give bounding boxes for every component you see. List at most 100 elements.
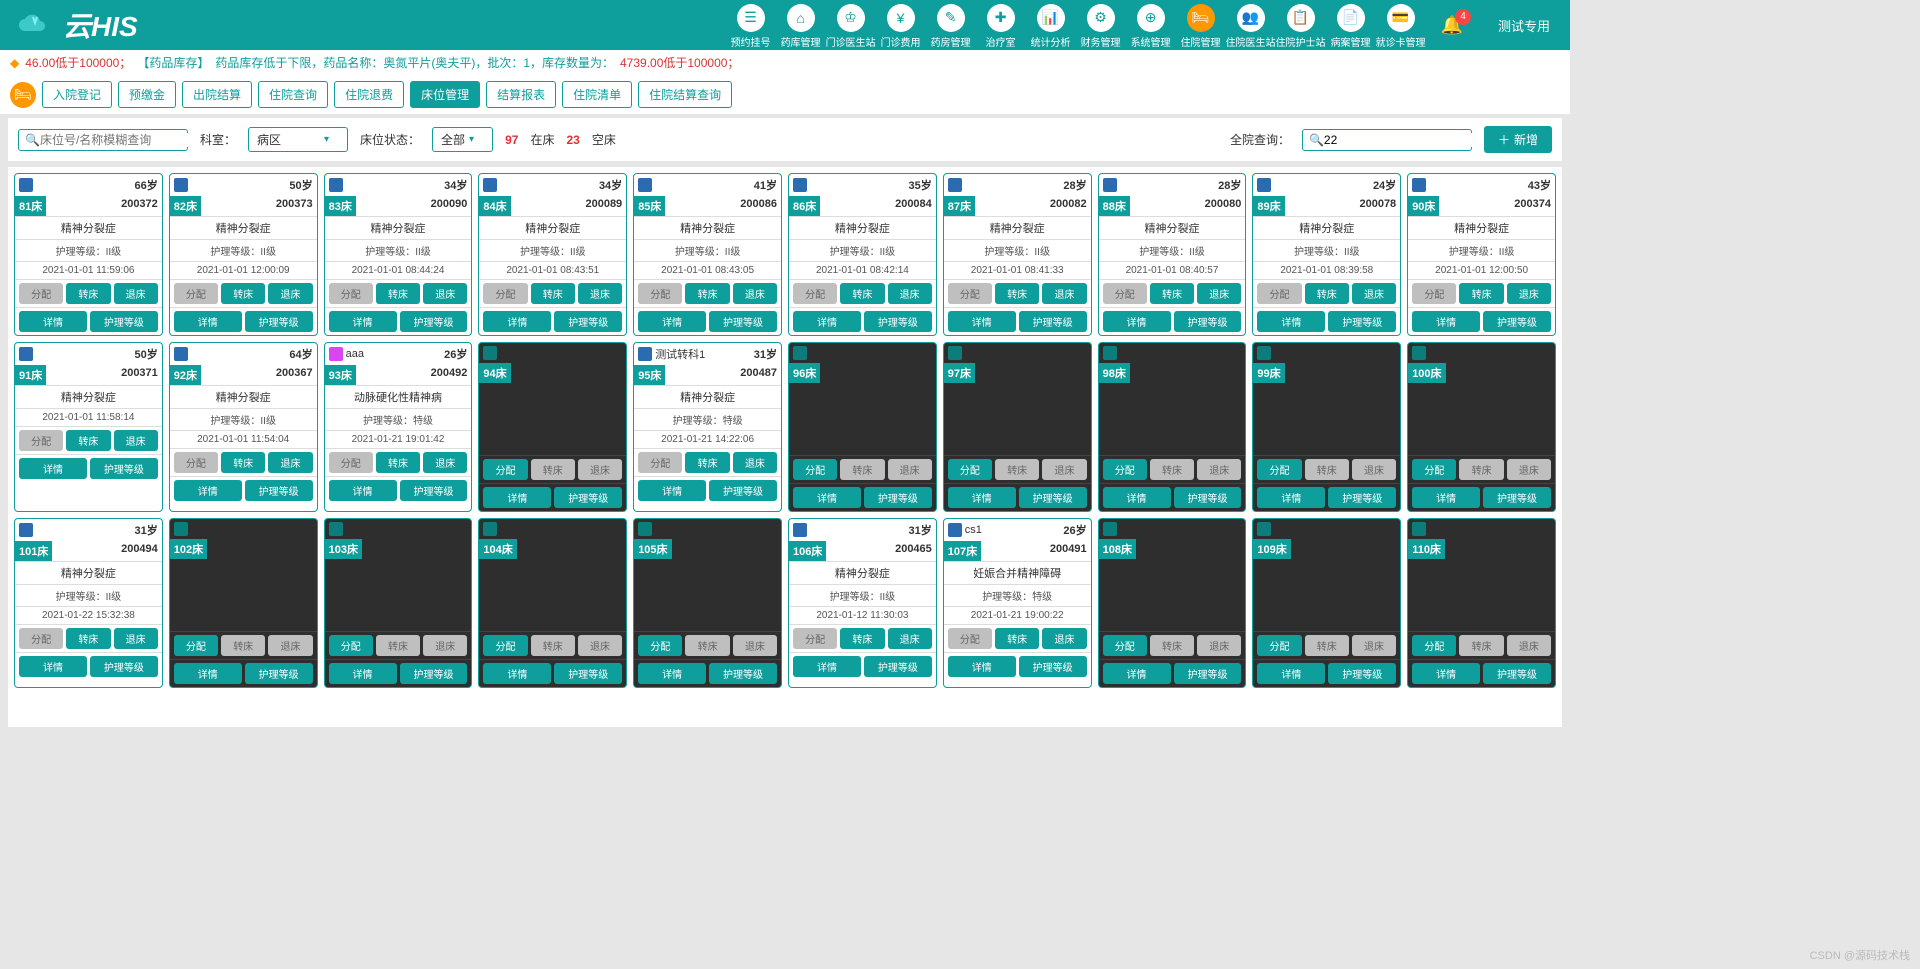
transfer-button[interactable]: 转床 — [66, 283, 110, 304]
subnav-住院查询[interactable]: 住院查询 — [258, 81, 328, 108]
assign-button[interactable]: 分配 — [483, 283, 527, 304]
transfer-button[interactable]: 转床 — [1305, 635, 1349, 656]
nav-门诊费用[interactable]: ¥门诊费用 — [876, 4, 926, 49]
subnav-住院退费[interactable]: 住院退费 — [334, 81, 404, 108]
assign-button[interactable]: 分配 — [1412, 283, 1456, 304]
assign-button[interactable]: 分配 — [1257, 635, 1301, 656]
subnav-住院结算查询[interactable]: 住院结算查询 — [638, 81, 732, 108]
assign-button[interactable]: 分配 — [1257, 283, 1301, 304]
transfer-button[interactable]: 转床 — [66, 430, 110, 451]
checkout-button[interactable]: 退床 — [578, 283, 622, 304]
transfer-button[interactable]: 转床 — [531, 635, 575, 656]
detail-button[interactable]: 详情 — [174, 480, 242, 501]
checkout-button[interactable]: 退床 — [1197, 283, 1241, 304]
transfer-button[interactable]: 转床 — [995, 628, 1039, 649]
checkout-button[interactable]: 退床 — [268, 283, 312, 304]
bed-search-input[interactable] — [40, 133, 195, 147]
bed-card[interactable]: 102床分配转床退床详情护理等级 — [169, 518, 318, 688]
assign-button[interactable]: 分配 — [19, 430, 63, 451]
detail-button[interactable]: 详情 — [638, 480, 706, 501]
checkout-button[interactable]: 退床 — [888, 628, 932, 649]
global-search-input[interactable] — [1324, 133, 1479, 147]
bed-card[interactable]: 98床分配转床退床详情护理等级 — [1098, 342, 1247, 512]
checkout-button[interactable]: 退床 — [1507, 635, 1551, 656]
nav-药房管理[interactable]: ✎药房管理 — [926, 4, 976, 49]
nurse-level-button[interactable]: 护理等级 — [864, 487, 932, 508]
checkout-button[interactable]: 退床 — [268, 635, 312, 656]
bed-card[interactable]: 66岁81床200372精神分裂症护理等级：II级2021-01-01 11:5… — [14, 173, 163, 336]
nav-系统管理[interactable]: ⊕系统管理 — [1126, 4, 1176, 49]
assign-button[interactable]: 分配 — [483, 635, 527, 656]
assign-button[interactable]: 分配 — [1412, 635, 1456, 656]
nurse-level-button[interactable]: 护理等级 — [1174, 663, 1242, 684]
nav-住院医生站[interactable]: 👥住院医生站 — [1226, 4, 1276, 49]
transfer-button[interactable]: 转床 — [221, 283, 265, 304]
checkout-button[interactable]: 退床 — [733, 283, 777, 304]
detail-button[interactable]: 详情 — [793, 311, 861, 332]
transfer-button[interactable]: 转床 — [1150, 635, 1194, 656]
checkout-button[interactable]: 退床 — [1042, 459, 1086, 480]
assign-button[interactable]: 分配 — [1103, 459, 1147, 480]
transfer-button[interactable]: 转床 — [221, 452, 265, 473]
transfer-button[interactable]: 转床 — [1305, 283, 1349, 304]
transfer-button[interactable]: 转床 — [376, 452, 420, 473]
nurse-level-button[interactable]: 护理等级 — [1483, 487, 1551, 508]
user-name[interactable]: 测试专用 — [1478, 16, 1570, 35]
checkout-button[interactable]: 退床 — [1042, 283, 1086, 304]
assign-button[interactable]: 分配 — [19, 628, 63, 649]
detail-button[interactable]: 详情 — [19, 656, 87, 677]
transfer-button[interactable]: 转床 — [1459, 635, 1503, 656]
nurse-level-button[interactable]: 护理等级 — [554, 311, 622, 332]
assign-button[interactable]: 分配 — [329, 452, 373, 473]
transfer-button[interactable]: 转床 — [840, 459, 884, 480]
nurse-level-button[interactable]: 护理等级 — [90, 311, 158, 332]
subnav-出院结算[interactable]: 出院结算 — [182, 81, 252, 108]
bed-card[interactable]: 31岁106床200465精神分裂症护理等级：II级2021-01-12 11:… — [788, 518, 937, 688]
assign-button[interactable]: 分配 — [1103, 635, 1147, 656]
detail-button[interactable]: 详情 — [948, 311, 1016, 332]
bed-card[interactable]: 64岁92床200367精神分裂症护理等级：II级2021-01-01 11:5… — [169, 342, 318, 512]
detail-button[interactable]: 详情 — [638, 663, 706, 684]
checkout-button[interactable]: 退床 — [1352, 635, 1396, 656]
detail-button[interactable]: 详情 — [1103, 487, 1171, 508]
assign-button[interactable]: 分配 — [1103, 283, 1147, 304]
bed-card[interactable]: 28岁88床200080精神分裂症护理等级：II级2021-01-01 08:4… — [1098, 173, 1247, 336]
detail-button[interactable]: 详情 — [1103, 311, 1171, 332]
transfer-button[interactable]: 转床 — [1150, 283, 1194, 304]
nurse-level-button[interactable]: 护理等级 — [864, 656, 932, 677]
nurse-level-button[interactable]: 护理等级 — [90, 656, 158, 677]
bed-grid-container[interactable]: 66岁81床200372精神分裂症护理等级：II级2021-01-01 11:5… — [8, 167, 1562, 727]
nurse-level-button[interactable]: 护理等级 — [709, 311, 777, 332]
transfer-button[interactable]: 转床 — [66, 628, 110, 649]
transfer-button[interactable]: 转床 — [376, 283, 420, 304]
bed-card[interactable]: 34岁84床200089精神分裂症护理等级：II级2021-01-01 08:4… — [478, 173, 627, 336]
nurse-level-button[interactable]: 护理等级 — [245, 311, 313, 332]
bed-card[interactable]: 96床分配转床退床详情护理等级 — [788, 342, 937, 512]
checkout-button[interactable]: 退床 — [1197, 635, 1241, 656]
bed-card[interactable]: aaa26岁93床200492动脉硬化性精神病护理等级：特级2021-01-21… — [324, 342, 473, 512]
assign-button[interactable]: 分配 — [174, 283, 218, 304]
assign-button[interactable]: 分配 — [1257, 459, 1301, 480]
detail-button[interactable]: 详情 — [1412, 663, 1480, 684]
transfer-button[interactable]: 转床 — [840, 628, 884, 649]
checkout-button[interactable]: 退床 — [114, 283, 158, 304]
transfer-button[interactable]: 转床 — [685, 283, 729, 304]
assign-button[interactable]: 分配 — [174, 635, 218, 656]
transfer-button[interactable]: 转床 — [531, 459, 575, 480]
detail-button[interactable]: 详情 — [329, 663, 397, 684]
bed-card[interactable]: 97床分配转床退床详情护理等级 — [943, 342, 1092, 512]
checkout-button[interactable]: 退床 — [268, 452, 312, 473]
assign-button[interactable]: 分配 — [793, 283, 837, 304]
bed-card[interactable]: 105床分配转床退床详情护理等级 — [633, 518, 782, 688]
detail-button[interactable]: 详情 — [329, 311, 397, 332]
subnav-床位管理[interactable]: 床位管理 — [410, 81, 480, 108]
transfer-button[interactable]: 转床 — [1150, 459, 1194, 480]
bed-search[interactable]: 🔍 — [18, 129, 188, 151]
detail-button[interactable]: 详情 — [638, 311, 706, 332]
checkout-button[interactable]: 退床 — [578, 635, 622, 656]
assign-button[interactable]: 分配 — [638, 283, 682, 304]
detail-button[interactable]: 详情 — [793, 656, 861, 677]
notification-bell[interactable]: 🔔 4 — [1441, 15, 1463, 36]
checkout-button[interactable]: 退床 — [733, 452, 777, 473]
transfer-button[interactable]: 转床 — [995, 283, 1039, 304]
